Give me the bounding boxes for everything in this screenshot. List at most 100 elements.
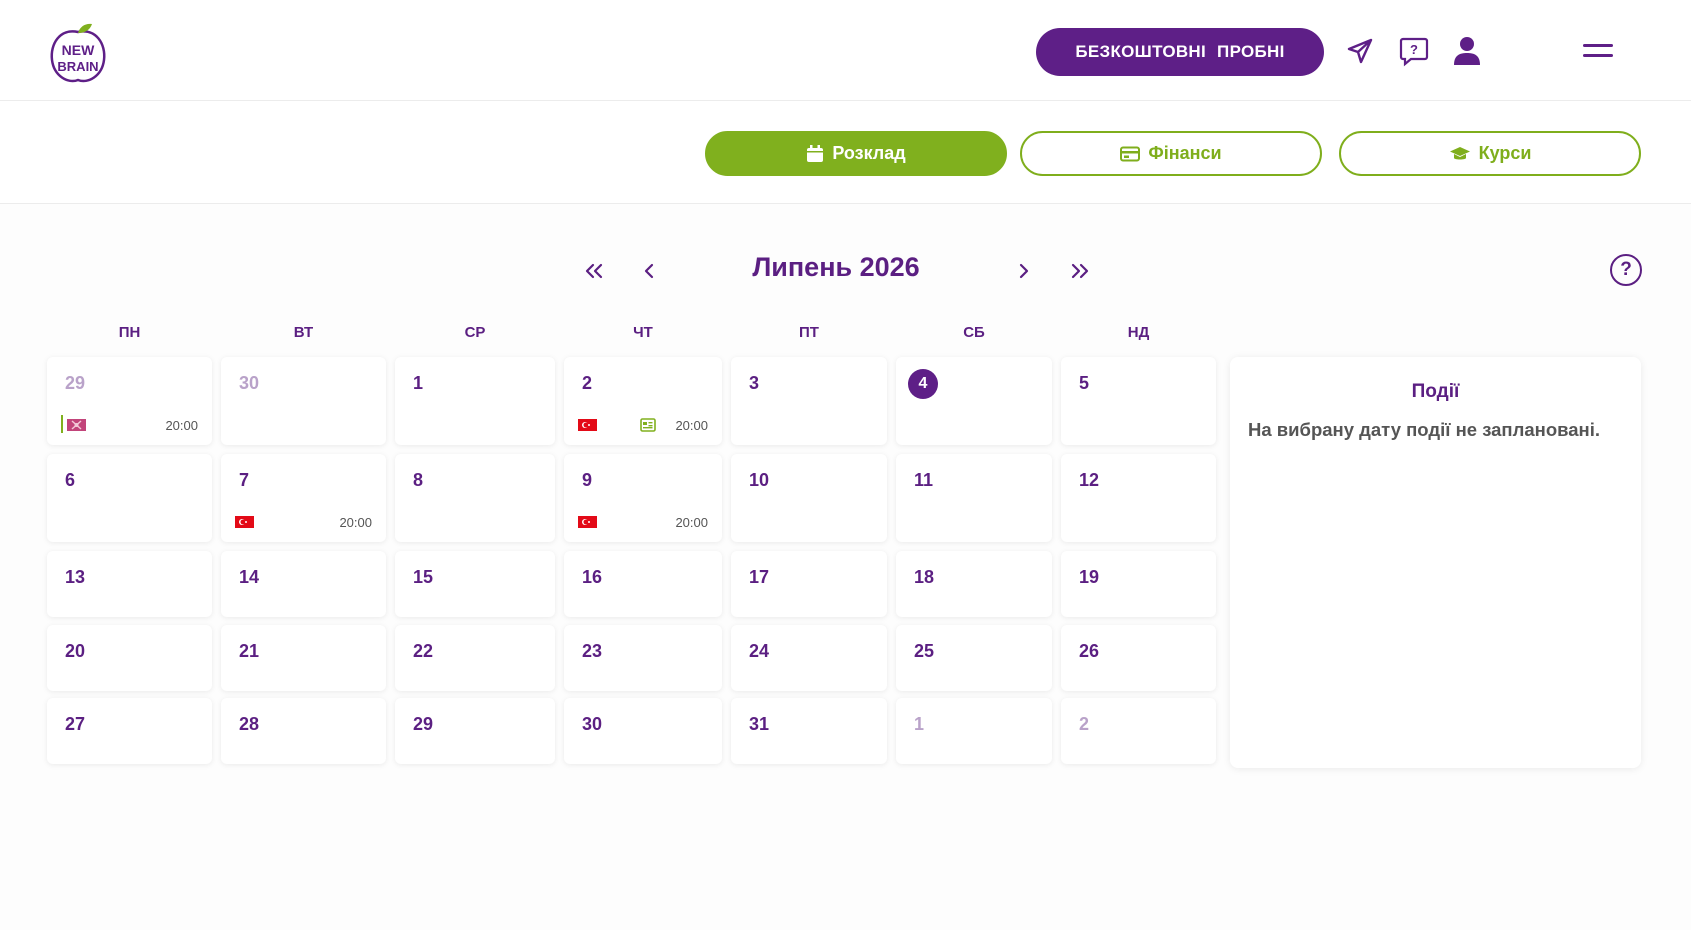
tab-courses[interactable]: Курси (1339, 131, 1641, 176)
calendar-day[interactable]: 4 (896, 357, 1052, 445)
calendar-day[interactable]: 18 (896, 551, 1052, 617)
day-number: 25 (914, 641, 935, 661)
day-number: 26 (1079, 641, 1100, 661)
day-number-today: 4 (908, 369, 938, 399)
day-number: 2 (582, 373, 593, 393)
calendar-day[interactable]: 31 (731, 698, 887, 764)
calendar-day[interactable]: 14 (221, 551, 386, 617)
section-tabs: Розклад Фінанси Курси (0, 101, 1691, 204)
calendar-day[interactable]: 6 (47, 454, 212, 542)
weekday-label: НД (1127, 324, 1150, 341)
free-trial-button[interactable]: БЕЗКОШТОВНІ ПРОБНІ (1036, 28, 1324, 76)
day-number: 18 (914, 567, 935, 587)
month-title: Липень 2026 (752, 252, 920, 282)
calendar-day[interactable]: 1 (896, 698, 1052, 764)
calendar-day[interactable]: 25 (896, 625, 1052, 691)
calendar-day[interactable]: 30 (564, 698, 722, 764)
day-number: 6 (65, 470, 76, 490)
event-time: 20:00 (339, 514, 372, 530)
next-year-button[interactable] (1064, 256, 1094, 286)
calendar-day[interactable]: 22 (395, 625, 555, 691)
svg-text:NEW: NEW (62, 42, 95, 58)
day-number: 13 (65, 567, 86, 587)
event-item[interactable]: 20:00 (67, 417, 198, 433)
tab-schedule-label: Розклад (832, 143, 906, 163)
day-number: 29 (413, 714, 434, 734)
day-number: 27 (65, 714, 86, 734)
calendar-day[interactable]: 11 (896, 454, 1052, 542)
events-panel: Події На вибрану дату події не запланова… (1230, 357, 1641, 768)
calendar-day[interactable]: 19 (1061, 551, 1216, 617)
day-number: 20 (65, 641, 86, 661)
calendar-day[interactable]: 7 20:00 (221, 454, 386, 542)
event-time: 20:00 (165, 417, 198, 433)
prev-month-button[interactable] (635, 256, 665, 286)
help-icon[interactable]: ? (1610, 254, 1642, 286)
calendar-day[interactable]: 2 20:00 (564, 357, 722, 445)
next-month-button[interactable] (1008, 256, 1038, 286)
day-number: 21 (239, 641, 260, 661)
calendar-day[interactable]: 1 (395, 357, 555, 445)
day-number: 31 (749, 714, 770, 734)
calendar-day[interactable]: 12 (1061, 454, 1216, 542)
weekday-label: ВТ (293, 324, 314, 341)
calendar-day[interactable]: 10 (731, 454, 887, 542)
calendar-day[interactable]: 9 20:00 (564, 454, 722, 542)
tab-finance[interactable]: Фінанси (1020, 131, 1322, 176)
turkey-flag-icon (578, 419, 597, 431)
event-item[interactable]: 20:00 (235, 514, 372, 530)
turkey-flag-icon (235, 516, 254, 528)
calendar-day[interactable]: 30 (221, 357, 386, 445)
tab-schedule[interactable]: Розклад (705, 131, 1007, 176)
day-number: 17 (749, 567, 770, 587)
tab-finance-label: Фінанси (1148, 143, 1222, 163)
calendar-day[interactable]: 29 (395, 698, 555, 764)
day-number: 24 (749, 641, 770, 661)
day-number: 23 (582, 641, 603, 661)
calendar-day[interactable]: 16 (564, 551, 722, 617)
turkey-flag-icon (578, 516, 597, 528)
day-number: 11 (914, 470, 934, 490)
calendar-day[interactable]: 21 (221, 625, 386, 691)
day-number: 28 (239, 714, 260, 734)
calendar-day[interactable]: 20 (47, 625, 212, 691)
weekday-label: СБ (963, 324, 985, 341)
day-number: 10 (749, 470, 770, 490)
calendar-day[interactable]: 13 (47, 551, 212, 617)
language-flag-icon (67, 419, 86, 431)
calendar-day[interactable]: 23 (564, 625, 722, 691)
event-time: 20:00 (675, 417, 708, 433)
calendar-day[interactable]: 8 (395, 454, 555, 542)
chat-question-icon[interactable]: ? (1397, 34, 1431, 68)
calendar-day[interactable]: 26 (1061, 625, 1216, 691)
calendar-day[interactable]: 2 (1061, 698, 1216, 764)
calendar-day[interactable]: 24 (731, 625, 887, 691)
calendar-day[interactable]: 5 (1061, 357, 1216, 445)
calendar-day[interactable]: 3 (731, 357, 887, 445)
card-icon (640, 418, 656, 432)
calendar-day[interactable]: 17 (731, 551, 887, 617)
calendar-day[interactable]: 27 (47, 698, 212, 764)
graduation-cap-icon (1449, 146, 1470, 159)
day-number: 30 (582, 714, 603, 734)
calendar-day[interactable]: 15 (395, 551, 555, 617)
newbrain-logo-icon[interactable]: NEW BRAIN (48, 22, 108, 84)
event-time: 20:00 (675, 514, 708, 530)
calendar-icon (807, 144, 824, 162)
tab-courses-label: Курси (1478, 143, 1532, 163)
weekday-label: СР (464, 324, 486, 341)
user-icon[interactable] (1450, 34, 1484, 68)
weekday-label: ЧТ (633, 324, 653, 341)
menu-icon[interactable] (1583, 44, 1613, 60)
day-number: 8 (413, 470, 424, 490)
calendar-day[interactable]: 29 20:00 (47, 357, 212, 445)
day-number: 1 (413, 373, 424, 393)
event-item[interactable]: 20:00 (578, 514, 708, 530)
events-panel-title: Події (1411, 381, 1460, 402)
prev-year-button[interactable] (580, 256, 610, 286)
svg-text:?: ? (1410, 42, 1418, 57)
day-number: 5 (1079, 373, 1090, 393)
send-icon[interactable] (1343, 34, 1377, 68)
event-item[interactable]: 20:00 (578, 417, 708, 433)
calendar-day[interactable]: 28 (221, 698, 386, 764)
